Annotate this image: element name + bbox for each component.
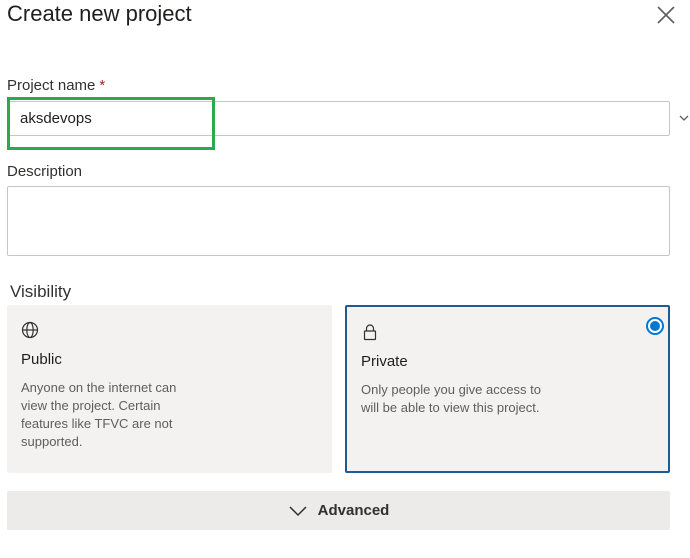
project-name-label: Project name *: [7, 77, 105, 94]
chevron-down-icon: [679, 115, 689, 121]
chevron-down-icon: [289, 505, 307, 516]
required-marker: *: [99, 77, 106, 94]
description-input[interactable]: [7, 186, 670, 256]
globe-icon: [21, 321, 39, 339]
public-title: Public: [21, 351, 62, 368]
advanced-label: Advanced: [317, 502, 390, 519]
project-name-input[interactable]: [7, 101, 670, 136]
description-label: Description: [7, 163, 83, 180]
private-radio[interactable]: [646, 317, 664, 335]
private-description: Only people you give access to will be a…: [361, 382, 541, 415]
private-title: Private: [361, 353, 408, 370]
dialog-title: Create new project: [7, 1, 192, 26]
advanced-toggle[interactable]: Advanced: [7, 491, 670, 530]
project-name-label-text: Project name: [7, 77, 96, 94]
public-description: Anyone on the internet can view the proj…: [21, 380, 177, 449]
visibility-option-public[interactable]: Public Anyone on the internet can view t…: [7, 305, 332, 473]
lock-icon: [363, 324, 377, 341]
visibility-label: Visibility: [10, 282, 72, 301]
close-icon[interactable]: [654, 3, 678, 27]
visibility-option-private[interactable]: Private Only people you give access to w…: [345, 305, 670, 473]
